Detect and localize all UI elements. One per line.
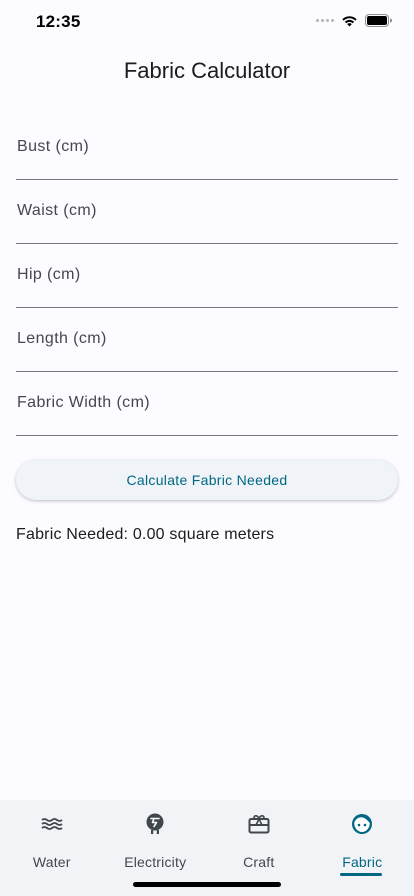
- calculate-fabric-button[interactable]: Calculate Fabric Needed: [16, 460, 398, 500]
- length-input[interactable]: [16, 307, 398, 371]
- hip-field-container: [16, 243, 398, 308]
- screen: 12:35 Fabric Calculator Bust (cm) Waist …: [0, 0, 414, 896]
- gift-card-icon: [248, 813, 270, 835]
- cellular-signal-icon: [316, 19, 334, 22]
- nav-item-fabric[interactable]: Fabric: [311, 800, 414, 880]
- fabric-width-input[interactable]: [16, 371, 398, 435]
- nav-item-electricity[interactable]: Electricity: [104, 800, 208, 880]
- active-tab-indicator: [340, 873, 382, 876]
- nav-label-fabric: Fabric: [342, 854, 383, 870]
- nav-label-water: Water: [32, 854, 71, 870]
- bust-field-container: [16, 115, 398, 180]
- electric-meter-icon: [145, 813, 165, 835]
- fabric-width-field-container: [16, 371, 398, 436]
- fabric-result-text: Fabric Needed: 0.00 square meters: [16, 526, 275, 543]
- page-title: Fabric Calculator: [123, 58, 291, 83]
- nav-label-electricity: Electricity: [124, 854, 187, 870]
- waist-field-container: [16, 179, 398, 244]
- status-bar: 12:35: [0, 0, 414, 44]
- length-field-container: [16, 307, 398, 372]
- home-indicator[interactable]: [133, 882, 281, 887]
- status-icons: [316, 14, 392, 27]
- waist-input[interactable]: [16, 179, 398, 243]
- status-time: 12:35: [36, 12, 81, 31]
- wifi-icon: [342, 15, 357, 26]
- nav-item-water[interactable]: Water: [0, 800, 104, 880]
- battery-icon: [365, 14, 392, 27]
- bust-input[interactable]: [16, 115, 398, 179]
- nav-label-craft: Craft: [243, 854, 275, 870]
- hip-input[interactable]: [16, 243, 398, 307]
- measurement-form: [16, 115, 398, 436]
- nav-item-craft[interactable]: Craft: [207, 800, 311, 880]
- face-icon: [351, 813, 373, 835]
- waves-icon: [41, 813, 63, 835]
